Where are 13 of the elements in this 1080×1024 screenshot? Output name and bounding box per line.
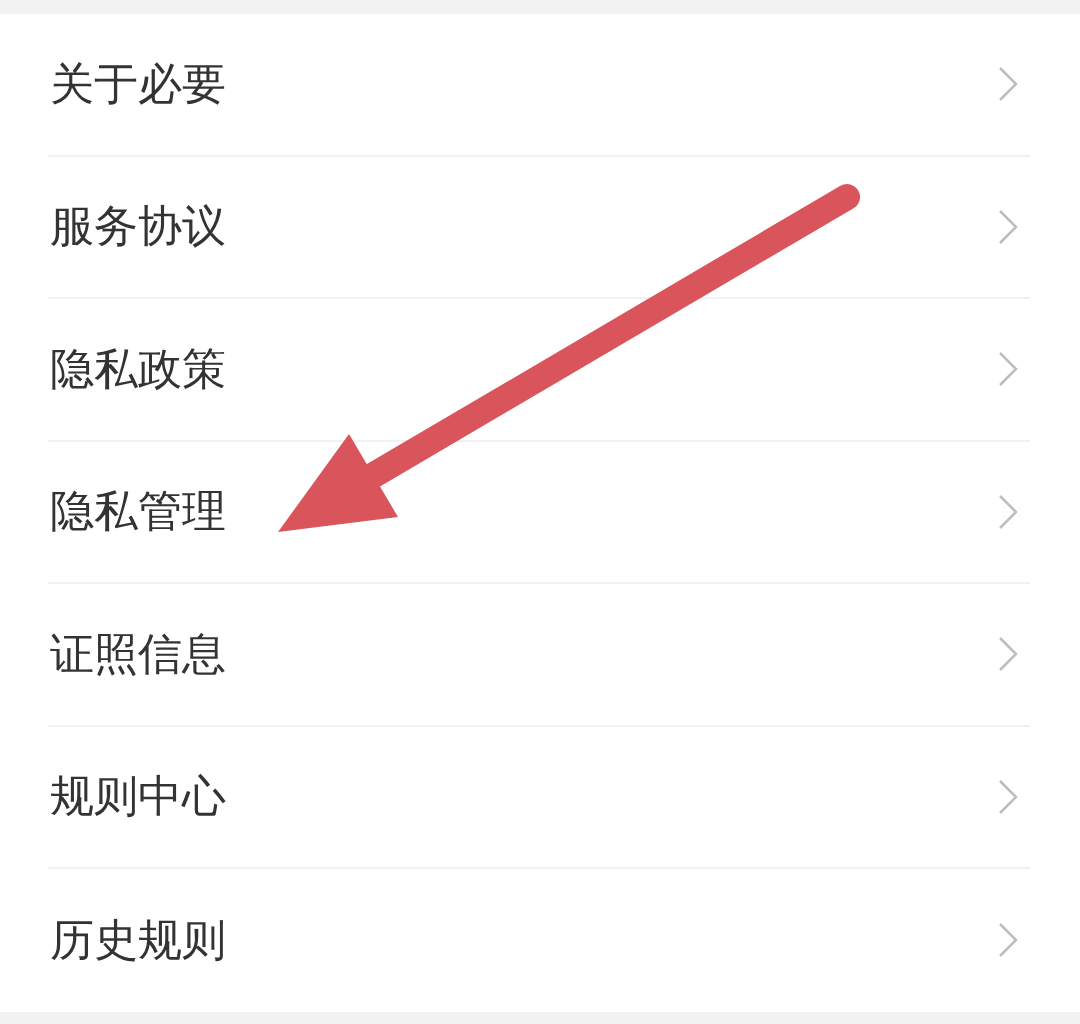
menu-item[interactable]: 隐私政策 — [48, 299, 1030, 442]
chevron-right-icon — [998, 351, 1018, 388]
chevron-right-icon — [998, 208, 1018, 245]
menu-item[interactable]: 证照信息 — [48, 584, 1030, 727]
chevron-right-icon — [998, 66, 1018, 103]
menu-item[interactable]: 历史规则 — [48, 869, 1030, 1012]
chevron-right-icon — [998, 636, 1018, 673]
chevron-right-icon — [998, 922, 1018, 959]
chevron-right-icon — [998, 778, 1018, 815]
menu-item[interactable]: 规则中心 — [48, 726, 1030, 869]
menu-item[interactable]: 服务协议 — [48, 156, 1030, 299]
chevron-right-icon — [998, 493, 1018, 530]
menu-item[interactable]: 关于必要 — [48, 14, 1030, 157]
